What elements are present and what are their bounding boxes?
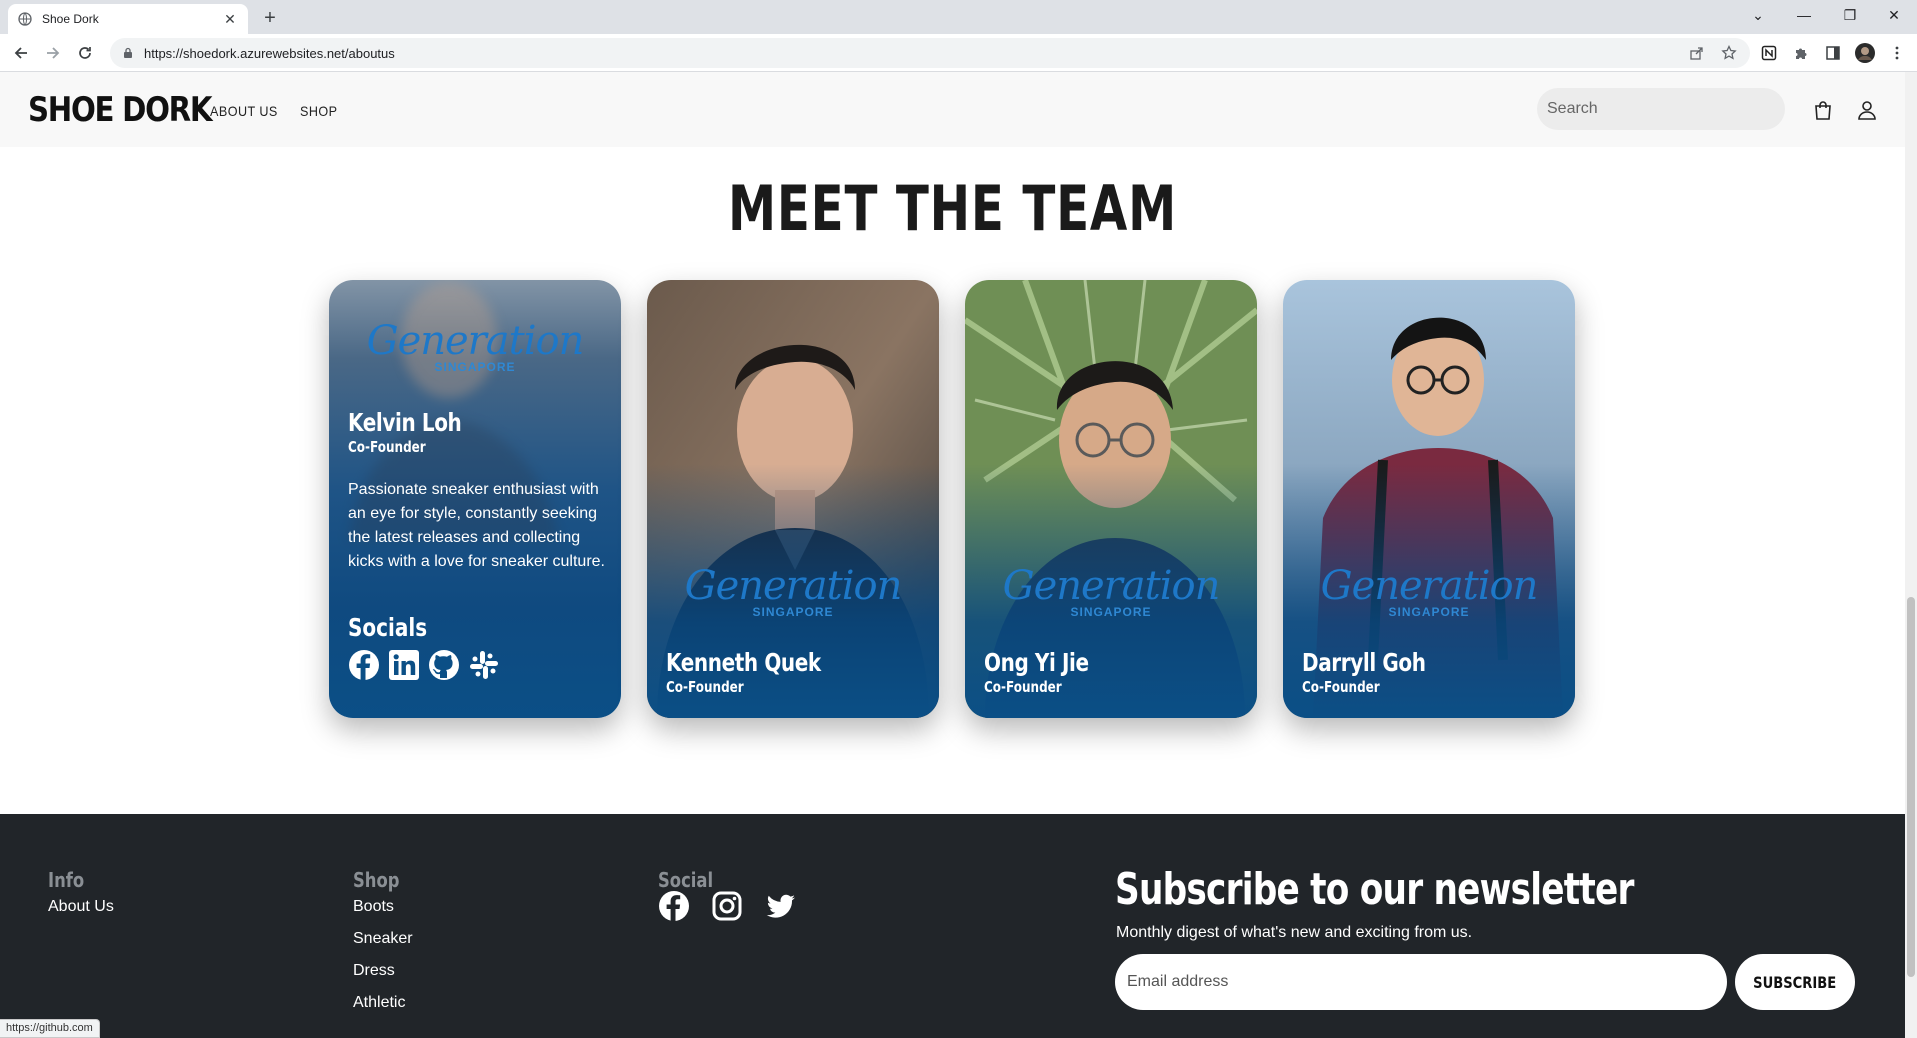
close-window-button[interactable]: ✕ <box>1871 0 1917 30</box>
lock-icon <box>124 47 132 58</box>
back-icon[interactable] <box>9 41 33 65</box>
tab-search-icon[interactable]: ⌄ <box>1735 0 1781 30</box>
search-input[interactable] <box>1537 88 1785 130</box>
link-hover-status: https://github.com <box>0 1019 100 1038</box>
site-logo[interactable]: SHOE DORK <box>28 90 213 130</box>
member-role: Co-Founder <box>348 438 426 456</box>
scrollbar-thumb[interactable] <box>1907 597 1915 977</box>
restore-button[interactable]: ❐ <box>1827 0 1873 30</box>
member-role: Co-Founder <box>1302 678 1380 696</box>
facebook-icon[interactable] <box>658 890 690 922</box>
newsletter-email-input[interactable] <box>1115 954 1727 1010</box>
nav-shop[interactable]: SHOP <box>300 103 338 119</box>
member-name: Ong Yi Jie <box>984 648 1089 677</box>
browser-tab-strip: Shoe Dork ✕ + ⌄ — ❐ ✕ <box>0 0 1917 34</box>
footer-link-about-us[interactable]: About Us <box>48 898 114 916</box>
browser-tab[interactable]: Shoe Dork ✕ <box>8 4 248 34</box>
shopping-bag-icon[interactable] <box>1812 99 1834 121</box>
generation-singapore-logo: Generation SINGAPORE <box>1320 563 1539 619</box>
url-text: https://shoedork.azurewebsites.net/about… <box>144 45 395 61</box>
share-icon[interactable] <box>1687 43 1707 63</box>
nav-about-us[interactable]: ABOUT US <box>210 103 278 119</box>
site-header: SHOE DORK ABOUT US SHOP <box>0 72 1905 147</box>
footer-link-athletic[interactable]: Athletic <box>353 994 405 1012</box>
generation-singapore-logo: Generation SINGAPORE <box>1002 563 1221 619</box>
user-account-icon[interactable] <box>1856 99 1878 121</box>
reload-icon[interactable] <box>73 41 97 65</box>
extensions-puzzle-icon[interactable] <box>1791 43 1811 63</box>
tab-title: Shoe Dork <box>42 12 99 26</box>
generation-singapore-logo: Generation SINGAPORE <box>366 318 585 374</box>
footer-link-dress[interactable]: Dress <box>353 962 395 980</box>
minimize-button[interactable]: — <box>1781 0 1827 30</box>
team-card-kenneth-quek[interactable]: Generation SINGAPORE Kenneth Quek Co-Fou… <box>647 280 939 718</box>
globe-icon <box>18 12 32 26</box>
newsletter-subtitle: Monthly digest of what's new and excitin… <box>1116 924 1473 941</box>
close-tab-icon[interactable]: ✕ <box>222 11 238 27</box>
footer-info-heading: Info <box>48 868 85 892</box>
team-card-ong-yi-jie[interactable]: Generation SINGAPORE Ong Yi Jie Co-Found… <box>965 280 1257 718</box>
footer-social-heading: Social <box>658 868 714 892</box>
site-footer: Info About Us Shop Boots Sneaker Dress A… <box>0 814 1905 1038</box>
side-panel-icon[interactable] <box>1823 43 1843 63</box>
profile-avatar-icon[interactable] <box>1855 43 1875 63</box>
slack-icon[interactable] <box>468 649 500 681</box>
address-bar-row: https://shoedork.azurewebsites.net/about… <box>0 34 1917 72</box>
team-section-title: MEET THE TEAM <box>727 172 1178 245</box>
page-scrollbar[interactable] <box>1905 72 1917 1038</box>
github-icon[interactable] <box>428 649 460 681</box>
notion-extension-icon[interactable] <box>1759 43 1779 63</box>
member-role: Co-Founder <box>666 678 744 696</box>
newsletter-title: Subscribe to our newsletter <box>1115 864 1634 915</box>
member-name: Kenneth Quek <box>666 648 821 677</box>
member-role: Co-Founder <box>984 678 1062 696</box>
member-name: Darryll Goh <box>1302 648 1426 677</box>
socials-heading: Socials <box>348 613 428 642</box>
forward-icon[interactable] <box>41 41 65 65</box>
new-tab-button[interactable]: + <box>258 6 282 30</box>
bookmark-star-icon[interactable] <box>1719 43 1739 63</box>
footer-shop-heading: Shop <box>353 868 400 892</box>
footer-link-sneaker[interactable]: Sneaker <box>353 930 413 948</box>
facebook-icon[interactable] <box>348 649 380 681</box>
subscribe-button[interactable]: SUBSCRIBE <box>1735 954 1855 1010</box>
member-bio: Passionate sneaker enthusiast with an ey… <box>348 481 605 570</box>
instagram-icon[interactable] <box>711 890 743 922</box>
team-card-kelvin-loh[interactable]: Generation SINGAPORE Kelvin Loh Co-Found… <box>329 280 621 718</box>
browser-menu-icon[interactable] <box>1887 43 1907 63</box>
footer-link-boots[interactable]: Boots <box>353 898 394 916</box>
team-card-darryll-goh[interactable]: Generation SINGAPORE Darryll Goh Co-Foun… <box>1283 280 1575 718</box>
page-viewport: SHOE DORK ABOUT US SHOP MEET THE TEAM Ge… <box>0 72 1905 1038</box>
subscribe-button-label: SUBSCRIBE <box>1753 972 1837 992</box>
linkedin-icon[interactable] <box>388 649 420 681</box>
member-name: Kelvin Loh <box>348 408 462 437</box>
url-field[interactable]: https://shoedork.azurewebsites.net/about… <box>110 38 1750 68</box>
generation-singapore-logo: Generation SINGAPORE <box>684 563 903 619</box>
twitter-icon[interactable] <box>765 890 797 922</box>
